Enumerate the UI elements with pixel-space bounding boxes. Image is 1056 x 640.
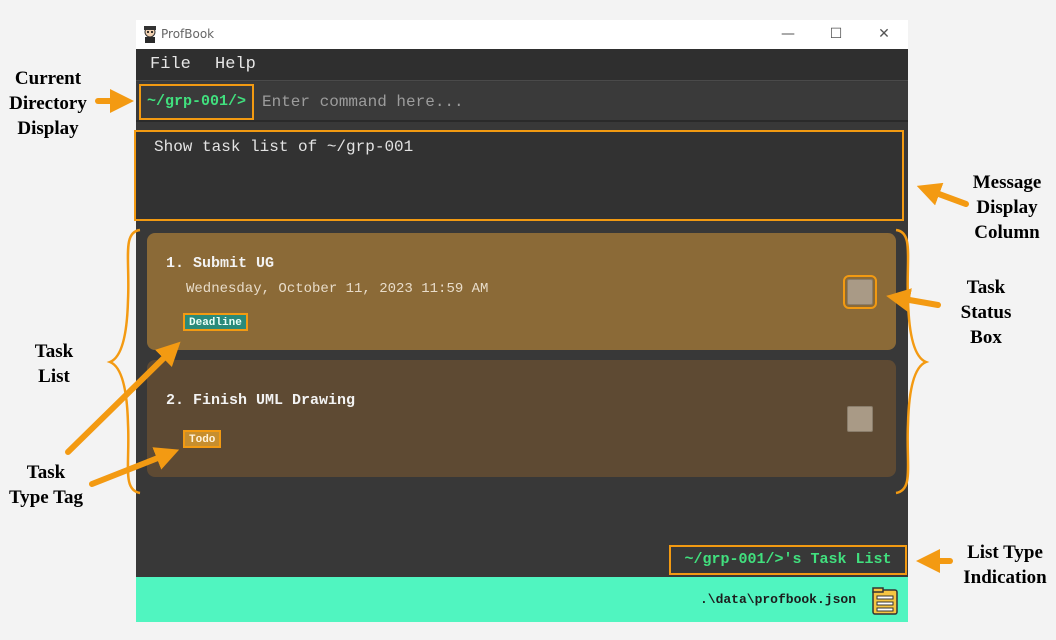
- task-card[interactable]: 2. Finish UML Drawing Todo: [147, 360, 896, 477]
- annotation-message-display: Message Display Column: [972, 172, 1042, 243]
- task-status-box[interactable]: [843, 275, 877, 309]
- task-type-tag: Todo: [183, 430, 222, 448]
- data-file-path: .\data\profbook.json: [699, 592, 856, 607]
- annotation-task-status-box: Task Status Box: [960, 277, 1012, 348]
- folder-icon: [872, 587, 898, 615]
- task-type-tag: Deadline: [183, 313, 248, 331]
- app-window: ProfBook — ☐ ✕ File Help ~/grp-001/> Sho…: [134, 20, 908, 622]
- annotation-task-type-tag: Task Type Tag: [8, 462, 84, 508]
- current-directory-display: ~/grp-001/>: [139, 84, 255, 120]
- window-title: ProfBook: [161, 27, 215, 41]
- annotation-task-list: Task List: [34, 341, 74, 387]
- menu-bar: File Help: [136, 49, 908, 81]
- annotation-list-type: List Type Indication: [963, 542, 1047, 588]
- command-input[interactable]: [262, 88, 882, 116]
- message-text: Show task list of ~/grp-001: [154, 138, 414, 156]
- list-type-indicator: ~/grp-001/>'s Task List: [669, 545, 907, 575]
- close-button[interactable]: ✕: [874, 24, 894, 44]
- task-title: 1. Submit UG: [166, 255, 275, 272]
- message-display: Show task list of ~/grp-001: [134, 130, 904, 221]
- profbook-logo-icon: [144, 26, 156, 43]
- minimize-button[interactable]: —: [778, 24, 798, 44]
- status-bar: .\data\profbook.json: [136, 577, 908, 622]
- task-card[interactable]: 1. Submit UG Wednesday, October 11, 2023…: [147, 233, 896, 350]
- menu-file[interactable]: File: [150, 55, 191, 74]
- title-bar: ProfBook — ☐ ✕: [136, 20, 908, 49]
- annotation-current-directory: Current Directory Display: [9, 68, 87, 139]
- command-bar: ~/grp-001/>: [136, 82, 908, 122]
- maximize-button[interactable]: ☐: [826, 24, 846, 44]
- task-title: 2. Finish UML Drawing: [166, 392, 356, 409]
- menu-help[interactable]: Help: [215, 55, 256, 74]
- task-deadline-date: Wednesday, October 11, 2023 11:59 AM: [186, 281, 489, 297]
- task-status-box[interactable]: [847, 406, 873, 432]
